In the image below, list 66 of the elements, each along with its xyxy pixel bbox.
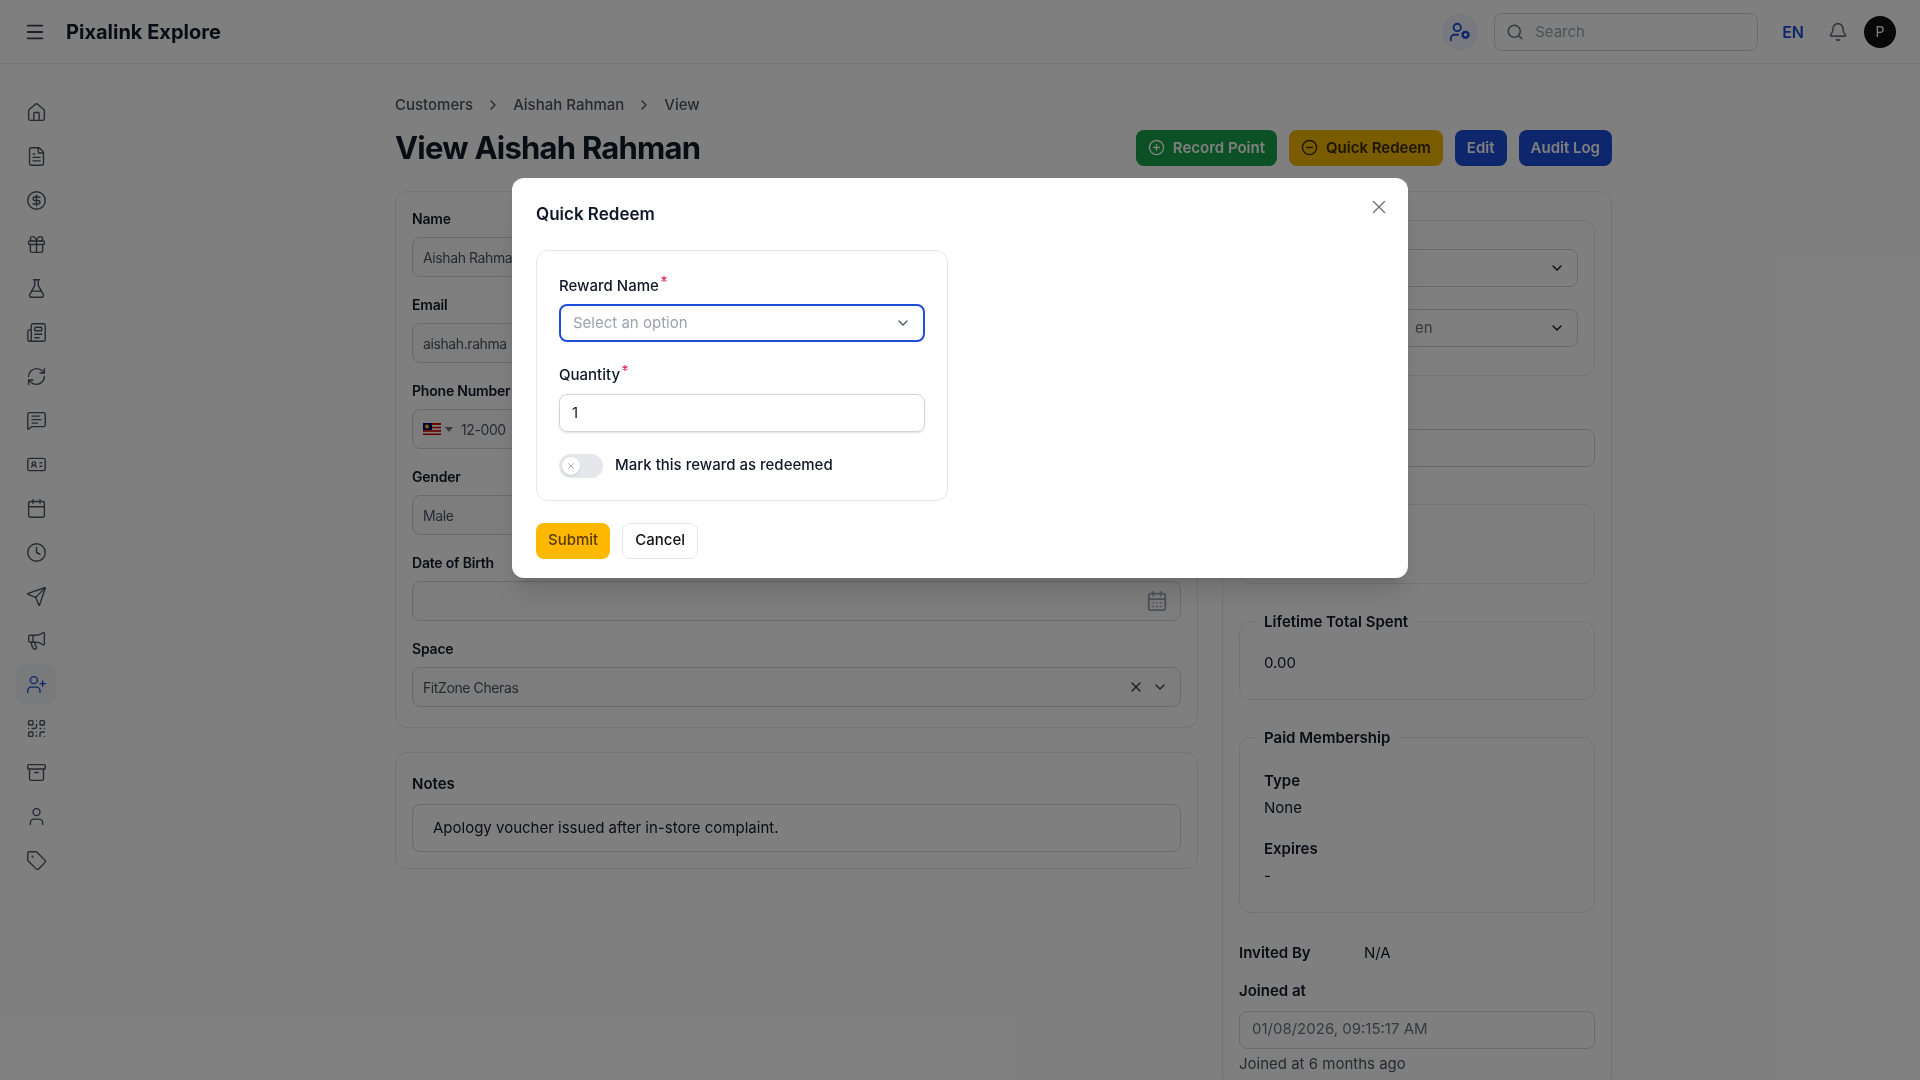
dollar-icon — [25, 189, 47, 211]
send-icon — [25, 585, 47, 607]
field-label: Reward Name — [559, 274, 659, 297]
language-button[interactable]: EN — [1774, 19, 1812, 44]
app-title: Pixalink Explore — [66, 18, 221, 46]
field-label: Expires — [1264, 837, 1319, 860]
calendar-icon — [1146, 590, 1168, 612]
archive-icon — [25, 761, 47, 783]
search-icon — [1506, 22, 1525, 41]
select-field[interactable]: FitZone Cheras — [412, 667, 1181, 707]
action-button[interactable]: Audit Log — [1518, 129, 1612, 166]
qr-code-icon — [25, 717, 47, 739]
submit-button[interactable]: Submit — [536, 522, 611, 559]
page-title: View Aishah Rahman — [395, 127, 701, 168]
value-text: - — [1264, 865, 1272, 887]
date-time-field[interactable]: 01/08/2026, 09:15:17 AM — [1239, 1010, 1595, 1049]
minus-circle-icon — [1301, 139, 1318, 157]
caret-icon — [445, 426, 453, 432]
plus-circle-icon — [1147, 139, 1165, 157]
reward-select[interactable]: Select an option — [559, 304, 925, 342]
field-label: Email — [412, 295, 448, 315]
breadcrumb-link[interactable]: Customers — [395, 94, 474, 117]
redeemed-toggle[interactable] — [559, 453, 603, 478]
field-label: Type — [1264, 769, 1302, 792]
action-button[interactable]: Edit — [1454, 129, 1507, 166]
house-icon — [25, 101, 47, 123]
action-button[interactable]: Record Point — [1135, 129, 1277, 166]
notes-field[interactable]: Apology voucher issued after in-store complaint. — [412, 803, 1181, 852]
field-label: Space — [412, 639, 454, 659]
avatar[interactable]: P — [1864, 15, 1896, 48]
user-gear-icon — [1449, 20, 1472, 43]
value-text: None — [1264, 797, 1303, 819]
field-label: Date of Birth — [412, 553, 494, 573]
helper-text: Joined at 6 months ago — [1239, 1052, 1406, 1075]
field-label: Phone Number — [412, 381, 511, 401]
breadcrumb-link[interactable]: View — [664, 94, 700, 117]
megaphone-icon — [25, 629, 47, 651]
breadcrumb-link[interactable]: Aishah Rahman — [513, 94, 625, 117]
select-value: en — [1415, 316, 1433, 339]
tag-icon — [25, 849, 47, 871]
field-label: Notes — [412, 773, 455, 795]
value-text: N/A — [1364, 941, 1391, 964]
user-plus-icon — [25, 673, 47, 695]
date-field[interactable] — [412, 581, 1181, 621]
bell-icon — [1828, 21, 1848, 42]
x-icon — [566, 460, 576, 471]
field-label: Invited By — [1239, 941, 1312, 964]
modal-title: Quick Redeem — [536, 203, 655, 226]
refresh-icon — [25, 365, 47, 387]
value-text: 0.00 — [1264, 653, 1296, 672]
clock-icon — [25, 541, 47, 563]
field-label: Quantity — [559, 364, 621, 386]
quantity-field[interactable]: 1 — [559, 393, 925, 432]
field-label: Name — [412, 209, 451, 229]
field-label: Gender — [412, 467, 461, 487]
calendar-icon — [25, 497, 47, 519]
newspaper-icon — [25, 321, 47, 343]
cancel-button[interactable]: Cancel — [622, 522, 698, 559]
gift-icon — [25, 233, 47, 255]
action-button[interactable]: Quick Redeem — [1289, 129, 1443, 166]
chat-icon — [25, 409, 47, 431]
sidebar-item[interactable] — [16, 664, 56, 704]
flag-icon — [423, 423, 441, 435]
toggle-label: Mark this reward as redeemed — [615, 454, 833, 477]
notifications-button[interactable] — [1828, 21, 1848, 42]
field-label: Joined at — [1239, 980, 1306, 1002]
